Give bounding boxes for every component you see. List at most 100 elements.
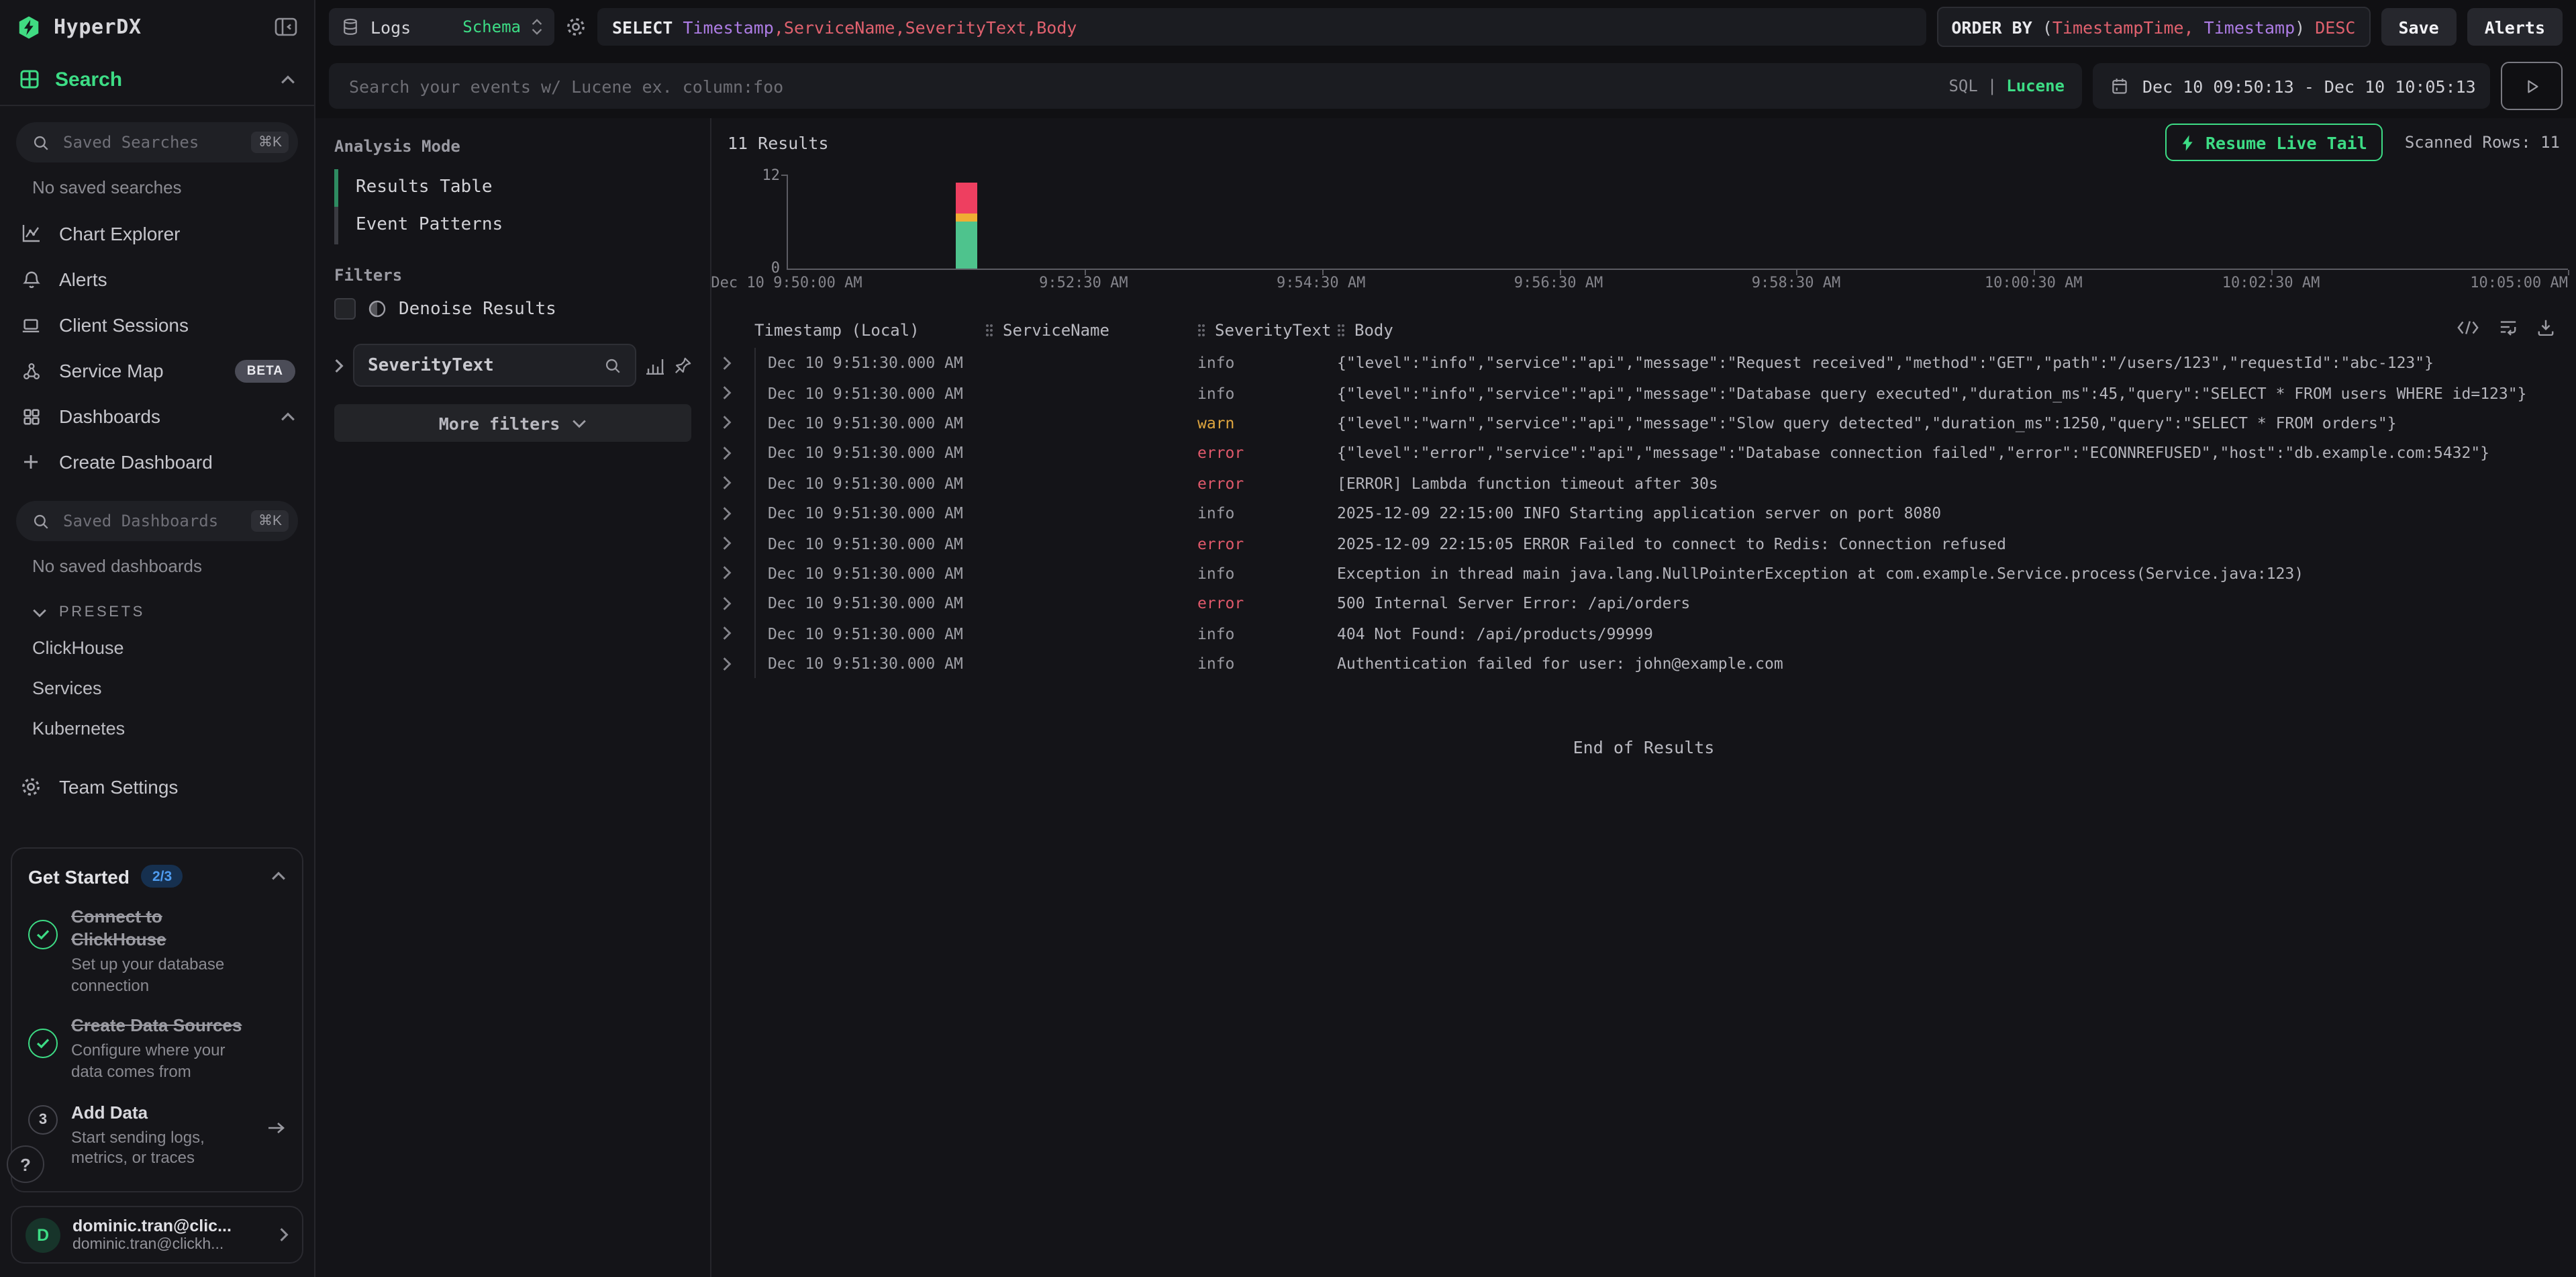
save-button[interactable]: Save [2381, 8, 2456, 46]
expand-row-icon[interactable] [722, 566, 754, 581]
table-row[interactable]: Dec 10 9:51:30.000 AMerror500 Internal S… [711, 588, 2576, 618]
user-profile[interactable]: D dominic.tran@clic... dominic.tran@clic… [11, 1206, 303, 1264]
resume-live-tail-button[interactable]: Resume Live Tail [2165, 124, 2383, 161]
sidebar-preset-clickhouse[interactable]: ClickHouse [0, 627, 314, 667]
filters-label: Filters [334, 266, 691, 285]
time-range-picker[interactable]: Dec 10 09:50:13 - Dec 10 10:05:13 [2093, 63, 2490, 109]
expand-row-icon[interactable] [722, 506, 754, 520]
pin-icon[interactable] [674, 357, 691, 374]
sql-token: Body [1036, 17, 1077, 37]
table-row[interactable]: Dec 10 9:51:30.000 AMinfoAuthentication … [711, 649, 2576, 679]
help-button[interactable]: ? [7, 1145, 44, 1183]
expand-row-icon[interactable] [722, 626, 754, 641]
cell-timestamp: Dec 10 9:51:30.000 AM [754, 438, 985, 468]
step-description: Set up your database connection [71, 955, 246, 996]
download-icon[interactable] [2537, 318, 2555, 336]
x-axis-label: 9:52:30 AM [1039, 274, 1128, 291]
more-filters-button[interactable]: More filters [334, 404, 691, 442]
column-header-servicename[interactable]: ServiceName [985, 321, 1197, 340]
bar-segment-error [955, 183, 977, 214]
column-header-timestamp-local-[interactable]: Timestamp (Local) [754, 321, 985, 340]
histogram-bar[interactable] [955, 183, 977, 269]
cell-severitytext: error [1197, 594, 1337, 613]
source-settings-gear-icon[interactable] [565, 16, 587, 38]
table-row[interactable]: Dec 10 9:51:30.000 AMerror[ERROR] Lambda… [711, 468, 2576, 498]
expand-row-icon[interactable] [722, 385, 754, 400]
expand-row-icon[interactable] [722, 536, 754, 551]
column-header-severitytext[interactable]: SeverityText [1197, 321, 1337, 340]
sidebar-item-dashboards[interactable]: Dashboards [0, 393, 314, 439]
expand-row-icon[interactable] [722, 355, 754, 370]
chevron-up-icon[interactable] [271, 872, 286, 882]
order-by-input[interactable]: ORDER BY (TimestampTime, Timestamp) DESC [1936, 7, 2370, 47]
run-query-button[interactable] [2501, 62, 2563, 110]
sql-mode-toggle[interactable]: SQL [1948, 77, 1977, 95]
table-row[interactable]: Dec 10 9:51:30.000 AMwarn{"level":"warn"… [711, 408, 2576, 438]
facet-search-input[interactable]: SeverityText [353, 344, 636, 387]
cell-severitytext: error [1197, 534, 1337, 553]
get-started-title: Get Started [28, 866, 130, 888]
sidebar-item-chart-explorer[interactable]: Chart Explorer [0, 211, 314, 256]
saved-dashboards-field[interactable] [60, 510, 241, 532]
get-started-step[interactable]: Create Data SourcesConfigure where your … [28, 1015, 286, 1083]
sidebar-item-label: Alerts [59, 269, 107, 290]
lucene-mode-toggle[interactable]: Lucene [2006, 77, 2065, 95]
sidebar-preset-kubernetes[interactable]: Kubernetes [0, 708, 314, 748]
analysis-mode-results-table[interactable]: Results Table [334, 169, 691, 207]
sql-token: TimestampTime, [2052, 17, 2194, 37]
column-header-body[interactable]: Body [1337, 321, 2565, 340]
expand-row-icon[interactable] [722, 446, 754, 461]
table-row[interactable]: Dec 10 9:51:30.000 AMinfoException in th… [711, 558, 2576, 588]
code-view-icon[interactable] [2457, 318, 2479, 336]
shortcut-badge: ⌘K [252, 510, 289, 532]
get-started-step[interactable]: Connect to ClickHouseSet up your databas… [28, 907, 286, 996]
histogram-plot[interactable]: 120 [787, 175, 2568, 270]
database-icon [341, 17, 360, 36]
presets-toggle[interactable]: PRESETS [0, 589, 314, 627]
sidebar-item-team-settings[interactable]: Team Settings [0, 764, 314, 810]
saved-searches-field[interactable] [60, 132, 241, 153]
table-row[interactable]: Dec 10 9:51:30.000 AMinfo{"level":"info"… [711, 378, 2576, 408]
table-row[interactable]: Dec 10 9:51:30.000 AMinfo2025-12-09 22:1… [711, 498, 2576, 528]
sidebar-item-service-map[interactable]: Service MapBETA [0, 348, 314, 393]
analysis-mode-event-patterns[interactable]: Event Patterns [334, 207, 691, 244]
saved-dashboards-input[interactable]: ⌘K [16, 501, 298, 541]
search-bar[interactable]: SQL | Lucene [329, 63, 2082, 109]
create-dashboard-button[interactable]: Create Dashboard [0, 439, 314, 485]
collapse-sidebar-icon[interactable] [274, 16, 298, 38]
expand-row-icon[interactable] [722, 656, 754, 671]
expand-row-icon[interactable] [722, 476, 754, 491]
alerts-button[interactable]: Alerts [2467, 8, 2563, 46]
histogram-icon[interactable] [646, 357, 664, 374]
sidebar-item-search[interactable]: Search [0, 54, 314, 105]
wrap-lines-icon[interactable] [2498, 318, 2518, 336]
chevron-up-icon[interactable] [281, 412, 295, 421]
table-row[interactable]: Dec 10 9:51:30.000 AMerror{"level":"erro… [711, 438, 2576, 468]
expand-row-icon[interactable] [722, 416, 754, 430]
table-row[interactable]: Dec 10 9:51:30.000 AMinfo404 Not Found: … [711, 618, 2576, 649]
table-row[interactable]: Dec 10 9:51:30.000 AMerror2025-12-09 22:… [711, 528, 2576, 559]
search-row: SQL | Lucene Dec 10 09:50:13 - Dec 10 10… [315, 54, 2576, 118]
saved-searches-input[interactable]: ⌘K [16, 122, 298, 162]
arrow-right-icon[interactable] [267, 1121, 286, 1134]
sql-token: ( [2042, 17, 2052, 37]
sidebar-item-alerts[interactable]: Alerts [0, 256, 314, 302]
select-query-input[interactable]: SELECT Timestamp,ServiceName,SeverityTex… [597, 8, 1926, 46]
sidebar-preset-services[interactable]: Services [0, 667, 314, 708]
get-started-step[interactable]: 3Add DataStart sending logs, metrics, or… [28, 1102, 286, 1170]
search-input[interactable] [346, 75, 1935, 97]
check-circle-icon [28, 1029, 58, 1058]
results-panel: 11 Results Resume Live Tail Scanned Rows… [711, 118, 2576, 1277]
table-row[interactable]: Dec 10 9:51:30.000 AMinfo{"level":"info"… [711, 348, 2576, 378]
chevron-right-icon[interactable] [334, 358, 344, 373]
expand-row-icon[interactable] [722, 596, 754, 611]
plus-icon [19, 454, 43, 470]
chevron-up-icon[interactable] [281, 75, 295, 84]
step-title: Connect to ClickHouse [71, 907, 246, 951]
get-started-header[interactable]: Get Started 2/3 [28, 865, 286, 888]
denoise-checkbox[interactable] [334, 298, 356, 320]
sidebar-item-label: Search [55, 68, 122, 91]
source-select[interactable]: Logs Schema [329, 8, 554, 46]
facet-name: SeverityText [368, 355, 596, 375]
sidebar-item-client-sessions[interactable]: Client Sessions [0, 302, 314, 348]
